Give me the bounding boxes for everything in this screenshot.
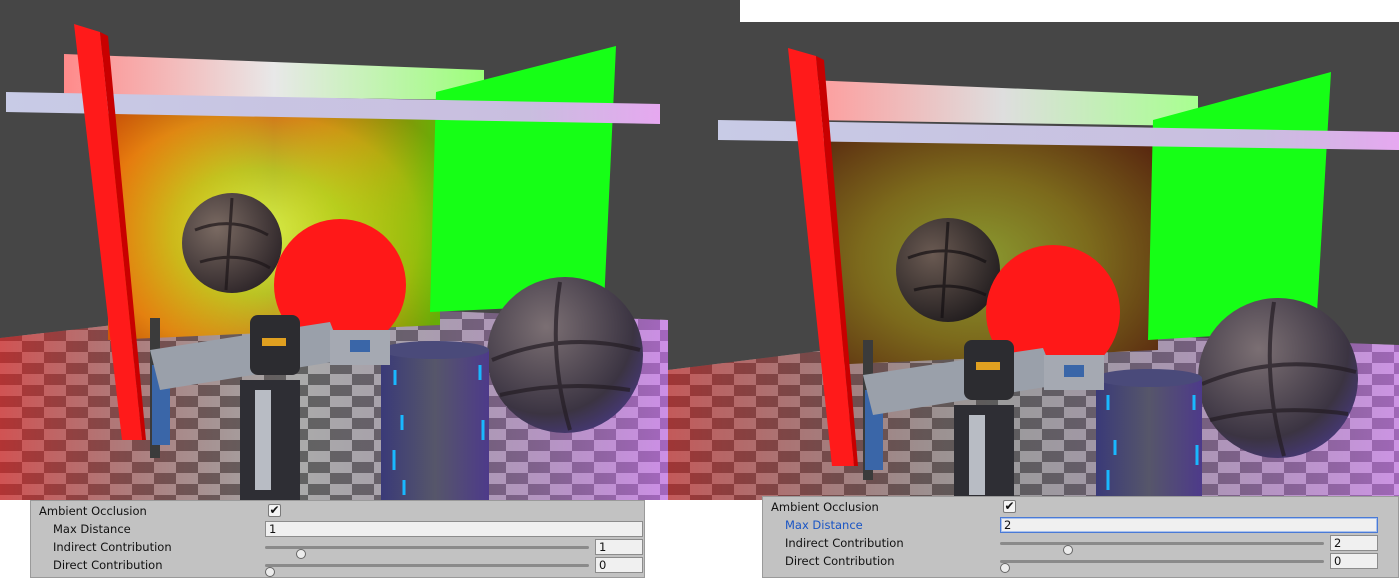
indirect-contribution-row: Indirect Contribution 2 [763, 535, 1398, 555]
direct-contribution-value[interactable]: 0 [595, 557, 643, 573]
max-distance-row: Max Distance 2 [763, 517, 1398, 535]
direct-contribution-slider[interactable] [265, 564, 589, 577]
direct-contribution-label: Direct Contribution [53, 558, 163, 572]
direct-contribution-slider[interactable] [1000, 560, 1324, 573]
ambient-occlusion-checkbox[interactable]: ✔ [268, 504, 281, 517]
ambient-occlusion-checkbox[interactable]: ✔ [1003, 500, 1016, 513]
indirect-contribution-row: Indirect Contribution 1 [31, 539, 644, 559]
indirect-contribution-value[interactable]: 1 [595, 539, 643, 555]
ambient-occlusion-row: Ambient Occlusion ✔ [763, 499, 1398, 517]
direct-contribution-label: Direct Contribution [785, 554, 895, 568]
scene-viewport [668, 0, 1399, 500]
indirect-contribution-value[interactable]: 2 [1330, 535, 1378, 551]
ambient-occlusion-row: Ambient Occlusion ✔ [31, 503, 644, 521]
max-distance-row: Max Distance 1 [31, 521, 644, 539]
direct-contribution-row: Direct Contribution 0 [31, 557, 644, 577]
right-comparison-shot: Ambient Occlusion ✔ Max Distance 2 Indir… [668, 0, 1399, 578]
ambient-occlusion-label: Ambient Occlusion [39, 504, 147, 518]
max-distance-field[interactable]: 2 [1000, 517, 1378, 533]
indirect-contribution-label: Indirect Contribution [785, 536, 904, 550]
indirect-contribution-label: Indirect Contribution [53, 540, 172, 554]
left-comparison-shot: Ambient Occlusion ✔ Max Distance 1 Indir… [0, 0, 668, 578]
ambient-occlusion-label: Ambient Occlusion [771, 500, 879, 514]
direct-contribution-slider-thumb[interactable] [1000, 563, 1010, 573]
direct-contribution-slider-thumb[interactable] [265, 567, 275, 577]
direct-contribution-row: Direct Contribution 0 [763, 553, 1398, 573]
scene-viewport [0, 0, 668, 500]
indirect-contribution-slider[interactable] [1000, 542, 1324, 555]
ambient-occlusion-inspector: Ambient Occlusion ✔ Max Distance 2 Indir… [762, 496, 1399, 578]
direct-contribution-value[interactable]: 0 [1330, 553, 1378, 569]
indirect-contribution-slider[interactable] [265, 546, 589, 559]
max-distance-label: Max Distance [785, 518, 863, 532]
max-distance-label: Max Distance [53, 522, 131, 536]
ambient-occlusion-inspector: Ambient Occlusion ✔ Max Distance 1 Indir… [30, 500, 645, 578]
max-distance-field[interactable]: 1 [265, 521, 643, 537]
